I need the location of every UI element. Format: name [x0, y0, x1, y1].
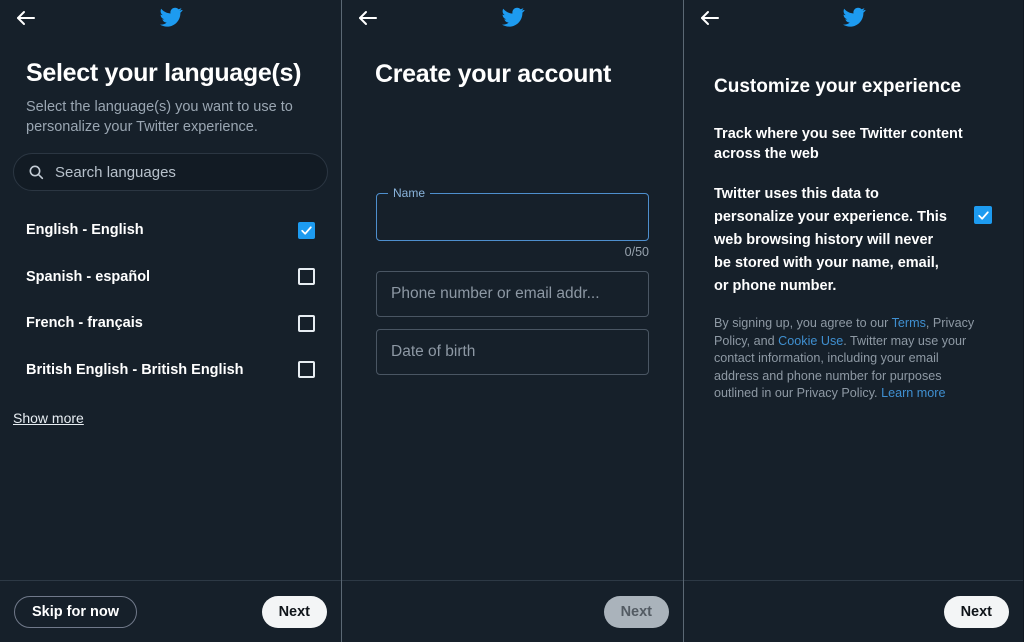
list-item[interactable]: French - français [0, 300, 341, 347]
panel-customize-experience: Customize your experience Track where yo… [684, 0, 1023, 642]
language-checkbox[interactable] [298, 268, 315, 286]
consent-text: Twitter uses this data to personalize yo… [714, 186, 947, 294]
panel1-body: Select your language(s) Select the langu… [0, 34, 341, 580]
footer-panel1: Skip for now Next [0, 580, 341, 642]
footer-panel2: Next [342, 580, 683, 642]
learn-more-link[interactable]: Learn more [881, 386, 945, 400]
next-button[interactable]: Next [943, 595, 1009, 628]
phone-or-email-placeholder: Phone number or email addr... [391, 285, 600, 302]
language-checkbox[interactable] [298, 314, 315, 332]
consent-checkbox[interactable] [974, 206, 992, 224]
language-label: British English - British English [26, 361, 244, 378]
list-item[interactable]: English - English [0, 207, 341, 254]
list-item[interactable]: Spanish - español [0, 254, 341, 301]
next-button[interactable]: Next [261, 595, 327, 628]
name-field[interactable]: Name [376, 186, 649, 241]
next-button-disabled: Next [603, 595, 669, 628]
panel-select-language: Select your language(s) Select the langu… [0, 0, 341, 642]
list-item[interactable]: British English - British English [0, 347, 341, 394]
terms-link[interactable]: Terms [892, 316, 926, 330]
footer-panel3: Next [684, 580, 1023, 642]
language-checkbox[interactable] [298, 361, 315, 379]
date-of-birth-field[interactable]: Date of birth [376, 329, 649, 375]
language-list: English - English Spanish - español Fren… [0, 207, 341, 393]
search-icon [28, 164, 44, 180]
language-label: French - français [26, 315, 143, 332]
page-subtitle-language: Select the language(s) you want to use t… [26, 99, 293, 135]
panel3-body: Customize your experience Track where yo… [684, 34, 1023, 580]
page-title-customize: Customize your experience [714, 76, 962, 97]
tracking-lead-text: Track where you see Twitter content acro… [714, 126, 963, 162]
twitter-bird-icon [159, 5, 183, 27]
legal-fine-print: By signing up, you agree to our Terms, P… [714, 315, 986, 403]
back-arrow-icon[interactable] [356, 6, 380, 28]
name-field-label: Name [388, 186, 431, 200]
page-title-language: Select your language(s) [26, 59, 302, 87]
onboarding-screens: Select your language(s) Select the langu… [0, 0, 1024, 642]
page-title-create-account: Create your account [375, 60, 612, 88]
back-arrow-icon[interactable] [698, 6, 722, 28]
twitter-bird-icon [842, 5, 866, 27]
topbar-panel1 [0, 0, 341, 34]
signup-form: Name 0/50 Phone number or email addr... … [342, 186, 683, 375]
panel-create-account: Create your account Name 0/50 Phone numb… [341, 0, 684, 642]
name-char-counter: 0/50 [624, 245, 649, 259]
search-languages-input[interactable]: Search languages [13, 153, 328, 191]
panel2-body: Create your account Name 0/50 Phone numb… [342, 34, 683, 580]
topbar-panel3 [684, 0, 1023, 34]
search-placeholder: Search languages [55, 163, 176, 181]
language-checkbox[interactable] [298, 221, 315, 239]
date-of-birth-placeholder: Date of birth [391, 343, 476, 360]
language-label: Spanish - español [26, 268, 151, 285]
twitter-bird-icon [501, 5, 525, 27]
language-label: English - English [26, 222, 144, 239]
topbar-panel2 [342, 0, 683, 34]
back-arrow-icon[interactable] [14, 6, 38, 28]
phone-or-email-field[interactable]: Phone number or email addr... [376, 271, 649, 317]
consent-block: Twitter uses this data to personalize yo… [714, 183, 993, 298]
show-more-link[interactable]: Show more [13, 410, 84, 426]
skip-for-now-button[interactable]: Skip for now [14, 595, 137, 628]
legal-part-1: By signing up, you agree to our [714, 316, 892, 330]
cookie-use-link[interactable]: Cookie Use [778, 334, 843, 348]
